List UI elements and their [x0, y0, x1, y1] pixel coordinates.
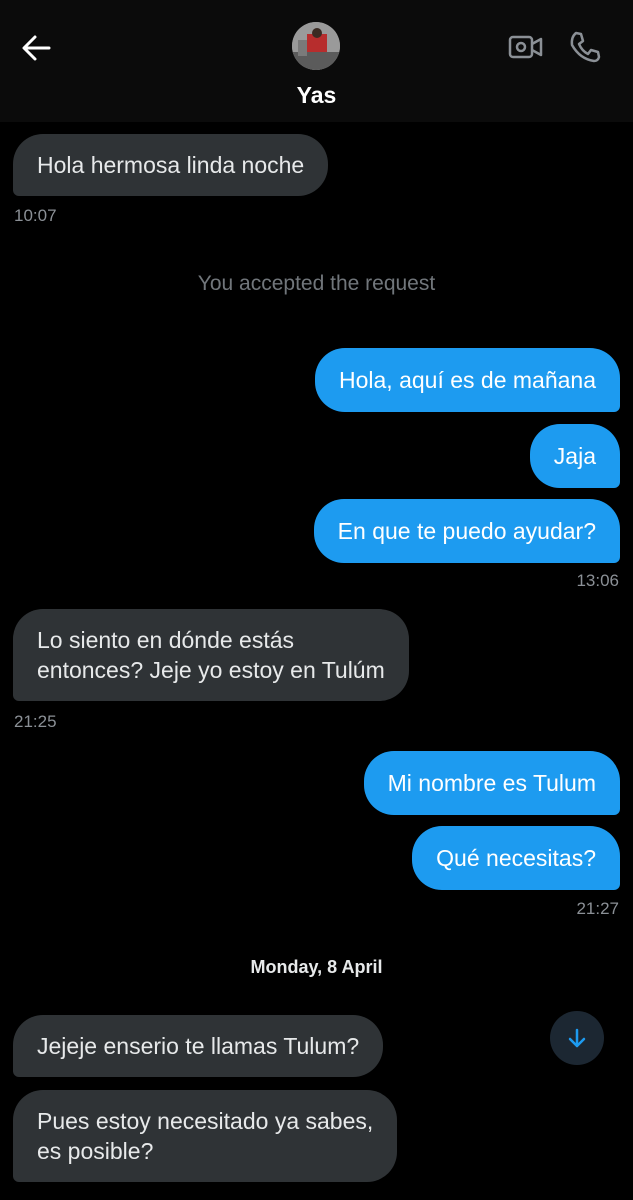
incoming-message[interactable]: Hola hermosa linda noche — [13, 134, 329, 196]
system-note: You accepted the request — [197, 272, 436, 295]
back-arrow-icon[interactable] — [18, 30, 54, 66]
outgoing-message[interactable]: Hola, aquí es de mañana — [314, 348, 620, 412]
incoming-message[interactable]: Lo siento en dónde estás entonces? Jeje … — [13, 609, 409, 701]
avatar[interactable] — [292, 22, 340, 70]
timestamp: 10:07 — [14, 206, 57, 225]
timestamp: 13:06 — [576, 571, 619, 590]
outgoing-message[interactable]: Qué necesitas? — [412, 826, 620, 890]
contact-name[interactable]: Yas — [0, 82, 633, 109]
conversation-header: Yas — [0, 0, 633, 122]
phone-call-icon[interactable] — [568, 30, 602, 64]
incoming-message[interactable]: Jejeje enserio te llamas Tulum? — [13, 1015, 384, 1077]
outgoing-message[interactable]: Jaja — [529, 424, 620, 488]
outgoing-message[interactable]: Mi nombre es Tulum — [363, 751, 620, 815]
scroll-to-bottom-button[interactable] — [550, 1011, 604, 1065]
timestamp: 21:25 — [14, 712, 57, 731]
date-divider: Monday, 8 April — [250, 957, 383, 977]
timestamp: 21:27 — [576, 899, 619, 918]
incoming-message[interactable]: Pues estoy necesitado ya sabes, es posib… — [13, 1090, 398, 1182]
arrow-down-icon — [568, 1028, 586, 1048]
video-call-icon[interactable] — [508, 32, 544, 62]
outgoing-message[interactable]: En que te puedo ayudar? — [313, 499, 620, 563]
